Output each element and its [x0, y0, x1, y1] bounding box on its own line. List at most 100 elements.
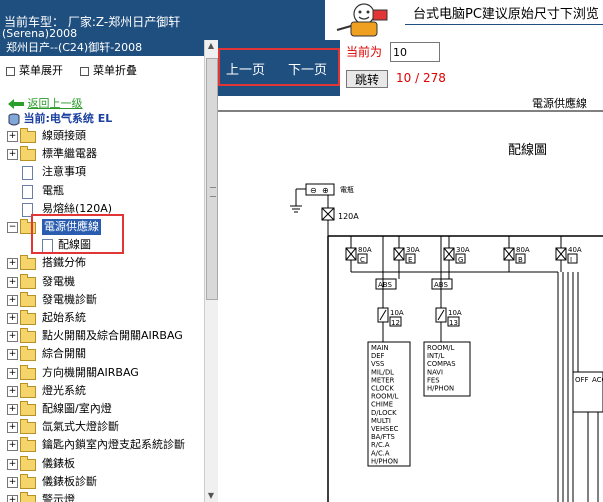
expand-node-icon[interactable]: +	[7, 476, 18, 488]
tree-item-label: 配線圖/室內燈	[42, 402, 112, 415]
tree-item[interactable]: 電瓶	[0, 183, 204, 199]
expand-node-icon[interactable]: +	[7, 313, 18, 324]
folder-icon	[20, 328, 36, 344]
expand-node-icon[interactable]: +	[7, 276, 18, 288]
menu-expand-button[interactable]: 菜单展开	[6, 62, 63, 78]
tree-item-label: 線頭接頭	[42, 129, 86, 142]
tree-item[interactable]: + 鑰匙內鎖室內燈支起系統診斷	[0, 437, 204, 453]
expand-node-icon[interactable]: +	[7, 422, 18, 434]
banner-divider	[405, 24, 603, 25]
expand-node-icon[interactable]: +	[7, 294, 18, 306]
folder-icon	[20, 128, 36, 143]
tree-item[interactable]: + 起始系統	[0, 310, 204, 326]
fuse-id-label: G	[458, 256, 463, 264]
tree-item[interactable]: + 氙氣式大燈診斷	[0, 419, 204, 435]
expand-node-icon[interactable]: +	[7, 440, 18, 452]
circuit-name: H/PHON	[427, 385, 454, 393]
tree-item[interactable]: + 點火開關及綜合開關AIRBAG	[0, 328, 204, 344]
tree-item[interactable]: + 燈光系統	[0, 382, 204, 399]
current-car-value: (Serena)2008	[2, 27, 78, 40]
menu-expand-label: 菜单展开	[19, 64, 63, 77]
expand-node-icon[interactable]: +	[7, 131, 18, 142]
circuit-name: CHIME	[371, 401, 393, 409]
tree-item[interactable]: + 搭鐵分佈	[0, 255, 204, 271]
circuit-name: H/PHON	[371, 457, 398, 465]
battery-plus: ⊕	[322, 186, 329, 195]
collapse-node-icon[interactable]: −	[7, 222, 18, 233]
page-icon	[22, 166, 33, 181]
banner-text: 台式电脑PC建议原始尺寸下浏览	[413, 7, 599, 22]
tree-item[interactable]: 注意事項	[0, 164, 204, 181]
expand-node-icon[interactable]: +	[7, 149, 18, 161]
current-section: 当前:电气系统 EL	[8, 110, 112, 126]
main-fuse-label: 120A	[338, 212, 359, 221]
folder-icon	[20, 310, 36, 325]
scroll-thumb[interactable]	[206, 58, 218, 300]
next-page-link[interactable]: 下一页	[288, 59, 327, 78]
folder-icon	[20, 492, 36, 502]
fuse-id-label: C	[360, 256, 365, 264]
tree-item[interactable]: + 發電機	[0, 273, 204, 290]
tree-item-label: 搭鐵分佈	[42, 256, 86, 270]
database-icon	[8, 113, 20, 125]
folder-icon	[20, 364, 36, 380]
circuit-name: VSS	[371, 360, 384, 368]
tree-item-label: 儀錶板診斷	[42, 474, 97, 488]
fuse-id-label: E	[408, 256, 412, 264]
tree-item[interactable]: + 線頭接頭	[0, 128, 204, 144]
tree-item[interactable]: + 儀錶板診斷	[0, 473, 204, 490]
tree-item[interactable]: + 方向機開關AIRBAG	[0, 364, 204, 381]
circuit-name: D/LOCK	[371, 409, 397, 417]
expand-node-icon[interactable]: +	[7, 495, 18, 502]
circuit-name: ROOM/L	[371, 393, 399, 401]
expand-node-icon[interactable]: +	[7, 385, 18, 397]
tree-item-label: 方向機開關AIRBAG	[42, 365, 139, 379]
tree-item-label: 點火開關及綜合開關AIRBAG	[42, 329, 183, 343]
fuse-amp-label: 30A	[456, 246, 470, 254]
scroll-up-icon[interactable]: ▲	[205, 40, 217, 52]
expand-node-icon[interactable]: +	[7, 349, 18, 361]
expand-node-icon[interactable]: +	[7, 258, 18, 270]
tree-item[interactable]: + 發電機診斷	[0, 291, 204, 308]
page-number-input[interactable]	[390, 42, 440, 62]
expand-node-icon[interactable]: +	[7, 367, 18, 379]
prev-page-link[interactable]: 上一页	[226, 59, 265, 78]
sub-fuse-amp: 10A	[448, 309, 462, 317]
folder-icon	[20, 437, 36, 453]
back-link[interactable]: 返回上一级	[8, 95, 83, 111]
circuit-name: INT/L	[427, 352, 445, 360]
tree-item-label: 發電機診斷	[42, 292, 97, 306]
page-icon	[22, 184, 33, 199]
fuse-id-label: I	[570, 256, 572, 264]
menu-collapse-button[interactable]: 菜单折叠	[80, 62, 137, 78]
tree-item-label: 儀錶板	[42, 456, 75, 470]
folder-icon	[20, 382, 36, 398]
menu-panel: 郑州日产--(C24)御轩-2008 菜单展开 菜单折叠 返回上一级 当前:电气…	[0, 40, 219, 502]
tree-item[interactable]: + 儀錶板	[0, 455, 204, 472]
folder-icon	[20, 146, 36, 162]
current-page-label: 当前为	[346, 45, 383, 59]
folder-icon	[20, 255, 36, 271]
jump-button[interactable]: 跳转	[346, 70, 388, 88]
tree-item[interactable]: + 綜合開關	[0, 346, 204, 362]
tree-item[interactable]: + 配線圖/室內燈	[0, 401, 204, 417]
expand-node-icon[interactable]: +	[7, 458, 18, 470]
scroll-down-icon[interactable]: ▼	[205, 490, 217, 502]
fuse-amp-label: 80A	[358, 246, 372, 254]
menu-scrollbar[interactable]: ▲ ▼	[204, 40, 218, 502]
circuit-name: NAVI	[427, 368, 443, 376]
expand-node-icon[interactable]: +	[7, 404, 18, 415]
tree-item[interactable]: + 警示燈	[0, 492, 204, 502]
folder-icon	[20, 273, 36, 289]
banner: 台式电脑PC建议原始尺寸下浏览	[325, 0, 603, 40]
tree-item[interactable]: + 標準繼電器	[0, 146, 204, 162]
folder-icon	[20, 473, 36, 489]
tree-item-label: 綜合開關	[42, 347, 86, 361]
fuse-id-label: B	[518, 256, 523, 264]
fuse-amp-label: 30A	[406, 246, 420, 254]
folder-icon	[20, 401, 36, 416]
folder-icon	[20, 455, 36, 471]
circuit-name: VEHSEC	[371, 425, 399, 433]
expand-icon	[6, 66, 15, 76]
expand-node-icon[interactable]: +	[7, 331, 18, 343]
